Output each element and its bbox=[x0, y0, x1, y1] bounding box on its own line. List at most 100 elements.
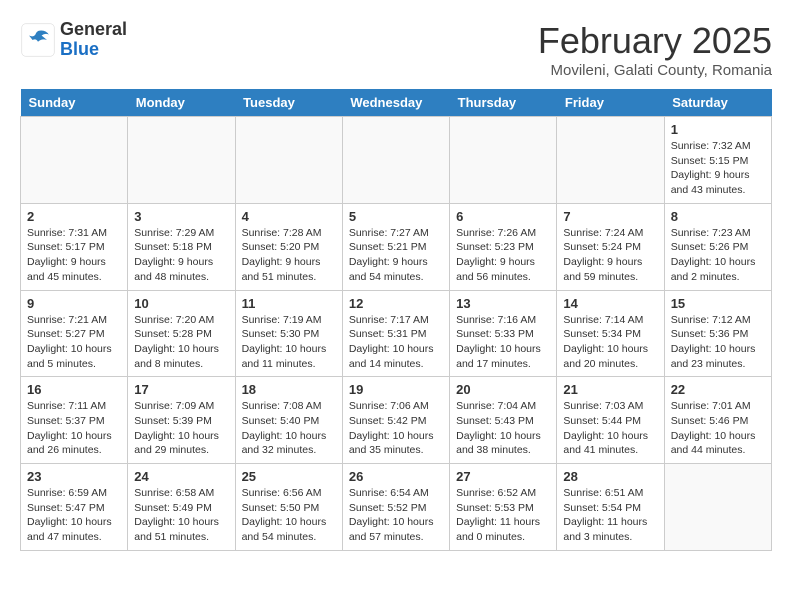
day-info: Sunrise: 7:11 AM Sunset: 5:37 PM Dayligh… bbox=[27, 399, 121, 458]
day-number: 12 bbox=[349, 296, 443, 311]
calendar-cell: 19 Sunrise: 7:06 AM Sunset: 5:42 PM Dayli… bbox=[342, 377, 449, 464]
day-info: Sunrise: 7:09 AM Sunset: 5:39 PM Dayligh… bbox=[134, 399, 228, 458]
day-number: 14 bbox=[563, 296, 657, 311]
calendar-cell bbox=[664, 464, 771, 551]
day-number: 18 bbox=[242, 382, 336, 397]
day-number: 25 bbox=[242, 469, 336, 484]
calendar-cell: 6Sunrise: 7:26 AM Sunset: 5:23 PM Daylig… bbox=[450, 203, 557, 290]
calendar-cell: 26 Sunrise: 6:54 AM Sunset: 5:52 PM Dayli… bbox=[342, 464, 449, 551]
title-block: February 2025 Movileni, Galati County, R… bbox=[538, 20, 772, 79]
calendar-cell: 10 Sunrise: 7:20 AM Sunset: 5:28 PM Dayli… bbox=[128, 290, 235, 377]
calendar-cell: 4 Sunrise: 7:28 AM Sunset: 5:20 PM Daylig… bbox=[235, 203, 342, 290]
day-info: Sunrise: 7:19 AM Sunset: 5:30 PM Dayligh… bbox=[242, 313, 336, 372]
day-number: 10 bbox=[134, 296, 228, 311]
day-info: Sunrise: 7:27 AM Sunset: 5:21 PM Dayligh… bbox=[349, 226, 443, 285]
logo-general: General bbox=[60, 20, 127, 40]
calendar-cell: 23 Sunrise: 6:59 AM Sunset: 5:47 PM Dayli… bbox=[21, 464, 128, 551]
day-info: Sunrise: 7:03 AM Sunset: 5:44 PM Dayligh… bbox=[563, 399, 657, 458]
day-number: 9 bbox=[27, 296, 121, 311]
calendar-body: 1Sunrise: 7:32 AM Sunset: 5:15 PM Daylig… bbox=[21, 117, 772, 551]
calendar-cell: 17 Sunrise: 7:09 AM Sunset: 5:39 PM Dayli… bbox=[128, 377, 235, 464]
day-number: 22 bbox=[671, 382, 765, 397]
day-number: 26 bbox=[349, 469, 443, 484]
day-info: Sunrise: 7:28 AM Sunset: 5:20 PM Dayligh… bbox=[242, 226, 336, 285]
day-number: 7 bbox=[563, 209, 657, 224]
day-info: Sunrise: 7:14 AM Sunset: 5:34 PM Dayligh… bbox=[563, 313, 657, 372]
weekday-wednesday: Wednesday bbox=[342, 89, 449, 117]
day-info: Sunrise: 6:59 AM Sunset: 5:47 PM Dayligh… bbox=[27, 486, 121, 545]
day-number: 3 bbox=[134, 209, 228, 224]
calendar-cell bbox=[450, 117, 557, 204]
day-info: Sunrise: 6:58 AM Sunset: 5:49 PM Dayligh… bbox=[134, 486, 228, 545]
calendar-table: SundayMondayTuesdayWednesdayThursdayFrid… bbox=[20, 89, 772, 551]
calendar-cell: 2Sunrise: 7:31 AM Sunset: 5:17 PM Daylig… bbox=[21, 203, 128, 290]
weekday-friday: Friday bbox=[557, 89, 664, 117]
week-row-2: 2Sunrise: 7:31 AM Sunset: 5:17 PM Daylig… bbox=[21, 203, 772, 290]
week-row-4: 16 Sunrise: 7:11 AM Sunset: 5:37 PM Dayli… bbox=[21, 377, 772, 464]
calendar-cell: 3Sunrise: 7:29 AM Sunset: 5:18 PM Daylig… bbox=[128, 203, 235, 290]
day-info: Sunrise: 7:01 AM Sunset: 5:46 PM Dayligh… bbox=[671, 399, 765, 458]
day-info: Sunrise: 7:12 AM Sunset: 5:36 PM Dayligh… bbox=[671, 313, 765, 372]
weekday-sunday: Sunday bbox=[21, 89, 128, 117]
day-number: 20 bbox=[456, 382, 550, 397]
day-info: Sunrise: 6:51 AM Sunset: 5:54 PM Dayligh… bbox=[563, 486, 657, 545]
day-info: Sunrise: 6:54 AM Sunset: 5:52 PM Dayligh… bbox=[349, 486, 443, 545]
day-info: Sunrise: 7:06 AM Sunset: 5:42 PM Dayligh… bbox=[349, 399, 443, 458]
calendar-cell: 21 Sunrise: 7:03 AM Sunset: 5:44 PM Dayli… bbox=[557, 377, 664, 464]
day-number: 16 bbox=[27, 382, 121, 397]
weekday-thursday: Thursday bbox=[450, 89, 557, 117]
logo-text: General Blue bbox=[60, 20, 127, 60]
day-number: 5 bbox=[349, 209, 443, 224]
week-row-5: 23 Sunrise: 6:59 AM Sunset: 5:47 PM Dayli… bbox=[21, 464, 772, 551]
calendar-cell: 25Sunrise: 6:56 AM Sunset: 5:50 PM Dayli… bbox=[235, 464, 342, 551]
calendar-cell: 28 Sunrise: 6:51 AM Sunset: 5:54 PM Dayli… bbox=[557, 464, 664, 551]
calendar-cell: 20 Sunrise: 7:04 AM Sunset: 5:43 PM Dayli… bbox=[450, 377, 557, 464]
calendar-cell: 27 Sunrise: 6:52 AM Sunset: 5:53 PM Dayli… bbox=[450, 464, 557, 551]
weekday-saturday: Saturday bbox=[664, 89, 771, 117]
day-number: 8 bbox=[671, 209, 765, 224]
calendar-cell: 8 Sunrise: 7:23 AM Sunset: 5:26 PM Daylig… bbox=[664, 203, 771, 290]
day-info: Sunrise: 7:31 AM Sunset: 5:17 PM Dayligh… bbox=[27, 226, 121, 285]
day-number: 19 bbox=[349, 382, 443, 397]
calendar-cell: 16 Sunrise: 7:11 AM Sunset: 5:37 PM Dayli… bbox=[21, 377, 128, 464]
page-header: General Blue February 2025 Movileni, Gal… bbox=[20, 20, 772, 79]
calendar-cell bbox=[235, 117, 342, 204]
day-number: 11 bbox=[242, 296, 336, 311]
day-number: 21 bbox=[563, 382, 657, 397]
calendar-cell: 7 Sunrise: 7:24 AM Sunset: 5:24 PM Daylig… bbox=[557, 203, 664, 290]
logo-icon bbox=[20, 22, 56, 58]
day-info: Sunrise: 7:32 AM Sunset: 5:15 PM Dayligh… bbox=[671, 139, 765, 198]
day-info: Sunrise: 7:17 AM Sunset: 5:31 PM Dayligh… bbox=[349, 313, 443, 372]
day-info: Sunrise: 7:08 AM Sunset: 5:40 PM Dayligh… bbox=[242, 399, 336, 458]
calendar-cell: 22 Sunrise: 7:01 AM Sunset: 5:46 PM Dayli… bbox=[664, 377, 771, 464]
calendar-cell: 11 Sunrise: 7:19 AM Sunset: 5:30 PM Dayli… bbox=[235, 290, 342, 377]
week-row-3: 9 Sunrise: 7:21 AM Sunset: 5:27 PM Daylig… bbox=[21, 290, 772, 377]
weekday-monday: Monday bbox=[128, 89, 235, 117]
day-info: Sunrise: 7:23 AM Sunset: 5:26 PM Dayligh… bbox=[671, 226, 765, 285]
day-number: 23 bbox=[27, 469, 121, 484]
logo: General Blue bbox=[20, 20, 127, 60]
calendar-cell: 24Sunrise: 6:58 AM Sunset: 5:49 PM Dayli… bbox=[128, 464, 235, 551]
day-info: Sunrise: 7:04 AM Sunset: 5:43 PM Dayligh… bbox=[456, 399, 550, 458]
calendar-cell: 12 Sunrise: 7:17 AM Sunset: 5:31 PM Dayli… bbox=[342, 290, 449, 377]
day-number: 28 bbox=[563, 469, 657, 484]
day-number: 4 bbox=[242, 209, 336, 224]
week-row-1: 1Sunrise: 7:32 AM Sunset: 5:15 PM Daylig… bbox=[21, 117, 772, 204]
day-info: Sunrise: 7:20 AM Sunset: 5:28 PM Dayligh… bbox=[134, 313, 228, 372]
calendar-cell: 1Sunrise: 7:32 AM Sunset: 5:15 PM Daylig… bbox=[664, 117, 771, 204]
calendar-cell bbox=[21, 117, 128, 204]
logo-blue: Blue bbox=[60, 40, 127, 60]
calendar-cell bbox=[557, 117, 664, 204]
day-number: 15 bbox=[671, 296, 765, 311]
day-number: 27 bbox=[456, 469, 550, 484]
weekday-tuesday: Tuesday bbox=[235, 89, 342, 117]
day-number: 17 bbox=[134, 382, 228, 397]
day-info: Sunrise: 7:21 AM Sunset: 5:27 PM Dayligh… bbox=[27, 313, 121, 372]
location: Movileni, Galati County, Romania bbox=[538, 62, 772, 79]
day-info: Sunrise: 7:24 AM Sunset: 5:24 PM Dayligh… bbox=[563, 226, 657, 285]
calendar-cell: 9 Sunrise: 7:21 AM Sunset: 5:27 PM Daylig… bbox=[21, 290, 128, 377]
day-info: Sunrise: 6:52 AM Sunset: 5:53 PM Dayligh… bbox=[456, 486, 550, 545]
calendar-cell bbox=[342, 117, 449, 204]
calendar-cell: 5 Sunrise: 7:27 AM Sunset: 5:21 PM Daylig… bbox=[342, 203, 449, 290]
day-number: 6 bbox=[456, 209, 550, 224]
